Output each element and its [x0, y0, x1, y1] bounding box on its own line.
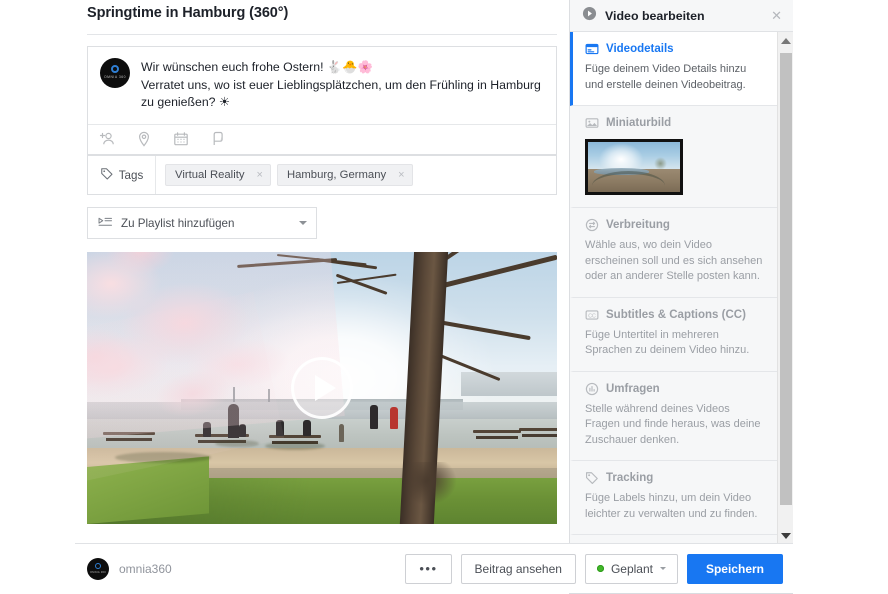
video-person — [370, 405, 378, 429]
composer-body: OMNIA 360 Wir wünschen euch frohe Ostern… — [88, 47, 556, 124]
tag-icon — [100, 167, 114, 184]
save-button[interactable]: Speichern — [686, 553, 783, 584]
sidebar-item-tracking[interactable]: Tracking Füge Labels hinzu, um dein Vide… — [570, 461, 778, 535]
video-buildings — [461, 371, 557, 397]
sidebar-item-head: Umfragen — [585, 382, 766, 396]
sidebar-item-head: Videodetails — [585, 42, 766, 56]
sidebar-item-desc: Wähle aus, wo dein Video erscheinen soll… — [585, 239, 763, 282]
video-preview[interactable] — [87, 252, 557, 524]
scroll-down-arrow-icon[interactable] — [778, 527, 793, 544]
tag-chip[interactable]: Hamburg, Germany × — [276, 164, 413, 186]
footer-avatar: OMNIA 360 — [87, 557, 109, 580]
status-dot-icon — [596, 565, 604, 572]
sidebar-item-list: Videodetails Füge deinem Video Details h… — [570, 32, 778, 544]
remove-tag-icon[interactable]: × — [257, 169, 263, 181]
thumbnail-image-icon — [585, 116, 599, 130]
sidebar-scroll-area: Videodetails Füge deinem Video Details h… — [570, 32, 793, 544]
location-pin-icon[interactable] — [136, 131, 152, 147]
sidebar-header: Video bearbeiten ✕ — [570, 0, 793, 32]
sidebar-item-umfragen[interactable]: Umfragen Stelle während deines Videos Fr… — [570, 371, 778, 461]
schedule-label: Geplant — [610, 561, 653, 576]
thumbnail-tree — [654, 157, 668, 170]
title-divider — [87, 34, 557, 35]
video-shadow — [265, 442, 325, 450]
video-bicycle — [339, 424, 344, 442]
tags-row: Tags Virtual Reality × Hamburg, Germany … — [87, 155, 557, 195]
play-icon — [314, 375, 336, 401]
avatar: OMNIA 360 — [100, 58, 130, 88]
more-options-button[interactable]: ••• — [405, 553, 452, 584]
closed-captions-icon: CC — [585, 308, 599, 322]
sidebar-item-label: Miniaturbild — [606, 117, 672, 129]
tag-chip-label: Virtual Reality — [175, 169, 245, 181]
playlist-icon — [98, 216, 113, 231]
video-edit-sidebar: Video bearbeiten ✕ Videodetails Füge dei… — [569, 0, 793, 544]
screenshot-root: Springtime in Hamburg (360°) OMNIA 360 W… — [0, 0, 888, 594]
video-bench — [473, 430, 521, 439]
post-composer: OMNIA 360 Wir wünschen euch frohe Ostern… — [87, 46, 557, 155]
tag-people-icon[interactable] — [99, 131, 115, 147]
scrollbar-thumb[interactable] — [780, 53, 792, 505]
sidebar-item-verbreitung[interactable]: Verbreitung Wähle aus, wo dein Video ers… — [570, 208, 778, 298]
svg-text:CC: CC — [588, 313, 596, 319]
close-icon[interactable]: ✕ — [768, 7, 785, 24]
tag-chip-label: Hamburg, Germany — [286, 169, 387, 181]
sidebar-item-head: CC Subtitles & Captions (CC) — [585, 308, 766, 322]
video-details-pane: Springtime in Hamburg (360°) OMNIA 360 W… — [75, 0, 569, 594]
avatar-brand-text: OMNIA 360 — [103, 75, 127, 79]
sidebar-item-subtitles-captions[interactable]: CC Subtitles & Captions (CC) Füge Untert… — [570, 297, 778, 372]
sidebar-item-desc: Stelle während deines Videos Fragen und … — [585, 402, 761, 446]
video-person — [390, 407, 398, 429]
video-details-icon — [585, 42, 599, 56]
schedule-button[interactable]: Geplant — [584, 553, 678, 584]
playlist-label: Zu Playlist hinzufügen — [121, 216, 235, 230]
sidebar-item-desc: Füge Labels hinzu, um dein Video leichte… — [585, 492, 758, 520]
video-person — [303, 420, 311, 436]
page-name: omnia360 — [119, 561, 172, 576]
chevron-down-icon[interactable] — [659, 567, 666, 570]
sidebar-item-desc: Füge deinem Video Details hinzu und erst… — [585, 63, 747, 91]
distribution-icon — [585, 218, 599, 232]
footer-avatar-brand-text: OMNIA 360 — [89, 570, 107, 574]
sidebar-item-head: Verbreitung — [585, 218, 766, 232]
chevron-down-icon[interactable] — [299, 221, 307, 225]
video-edit-dialog: Springtime in Hamburg (360°) OMNIA 360 W… — [75, 0, 793, 594]
sidebar-item-label: Subtitles & Captions (CC) — [606, 308, 746, 321]
add-to-playlist-dropdown[interactable]: Zu Playlist hinzufügen — [87, 207, 317, 239]
video-thumbnail-preview[interactable] — [585, 139, 683, 195]
feeling-activity-icon[interactable] — [210, 131, 226, 147]
tags-list: Virtual Reality × Hamburg, Germany × — [156, 164, 413, 186]
sidebar-title: Video bearbeiten — [605, 8, 705, 23]
polls-icon — [585, 382, 599, 396]
scroll-up-arrow-icon[interactable] — [778, 32, 793, 49]
page-title: Springtime in Hamburg (360°) — [87, 5, 289, 21]
calendar-icon[interactable] — [173, 131, 189, 147]
video-tree-base — [393, 462, 463, 524]
tracking-tag-icon — [585, 471, 599, 485]
tag-chip[interactable]: Virtual Reality × — [165, 164, 271, 186]
dialog-footer: OMNIA 360 omnia360 ••• Beitrag ansehen G… — [75, 543, 793, 593]
sidebar-item-label: Umfragen — [606, 382, 660, 395]
sidebar-item-miniaturbild[interactable]: Miniaturbild — [570, 106, 778, 208]
sidebar-item-label: Videodetails — [606, 43, 674, 55]
sidebar-item-head: Miniaturbild — [585, 116, 766, 130]
tags-label-group: Tags — [88, 156, 156, 194]
remove-tag-icon[interactable]: × — [398, 169, 404, 181]
footer-actions: ••• Beitrag ansehen Geplant Speichern — [405, 553, 783, 584]
composer-toolbar — [88, 123, 556, 154]
sidebar-scrollbar[interactable] — [777, 32, 793, 544]
sidebar-item-desc: Füge Untertitel in mehreren Sprachen zu … — [585, 328, 750, 357]
play-circle-icon — [582, 6, 597, 26]
tags-label: Tags — [118, 168, 144, 182]
video-bench — [519, 428, 557, 437]
sidebar-item-label: Verbreitung — [606, 219, 670, 231]
play-button[interactable] — [291, 357, 353, 419]
post-text[interactable]: Wir wünschen euch frohe Ostern! 🐇🐣🌸 Verr… — [141, 58, 544, 112]
sidebar-item-head: Tracking — [585, 471, 766, 485]
sidebar-item-videodetails[interactable]: Videodetails Füge deinem Video Details h… — [570, 32, 778, 106]
sidebar-item-label: Tracking — [606, 472, 654, 484]
view-post-button[interactable]: Beitrag ansehen — [460, 553, 576, 584]
